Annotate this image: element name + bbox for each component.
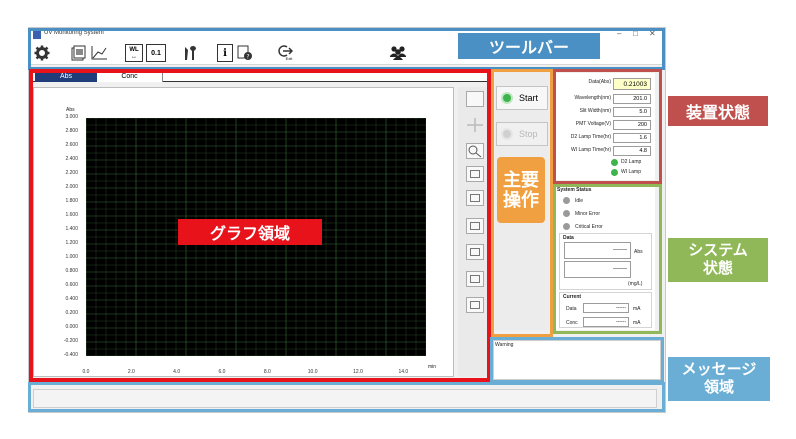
device-callout: 装置状態 [668,96,768,126]
system-frame [553,184,662,334]
status-frame [28,382,665,412]
message-frame [490,337,664,383]
toolbar-callout: ツールバー [458,33,600,59]
graph-callout: グラフ領域 [178,219,322,245]
screenshot-root: UV Monitoring System – □ ✕ WL ↔ 0.1 i ? … [0,0,796,439]
operations-callout: 主要 操作 [497,157,545,223]
device-frame [553,69,662,184]
message-callout: メッセージ 領域 [668,357,770,401]
system-callout: システム 状態 [668,238,768,282]
